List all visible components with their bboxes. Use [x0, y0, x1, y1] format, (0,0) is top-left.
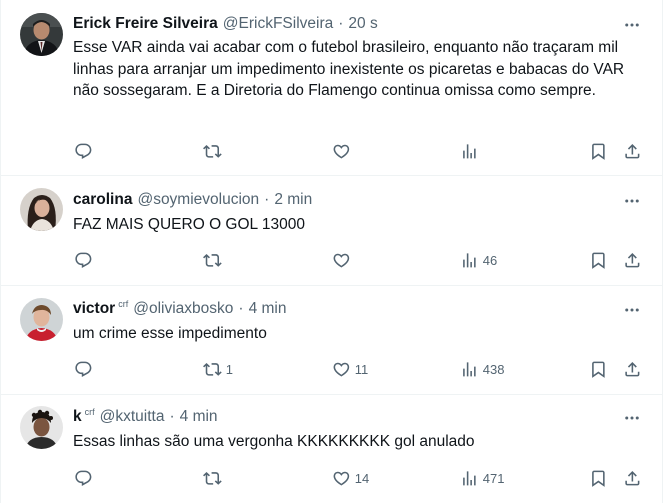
user-handle[interactable]: @oliviaxbosko — [133, 300, 233, 318]
share-icon — [625, 361, 640, 377]
tweet-erick[interactable]: Erick Freire Silveira @ErickFSilveira · … — [1, 0, 662, 176]
reply-button[interactable] — [74, 468, 97, 488]
views-button[interactable]: 471 — [460, 468, 504, 488]
like-icon — [333, 471, 350, 486]
separator-dot: · — [238, 300, 244, 317]
reply-button[interactable] — [74, 359, 97, 379]
bookmark-button[interactable] — [589, 250, 608, 270]
display-name[interactable]: k — [73, 408, 82, 426]
display-name[interactable]: Erick Freire Silveira — [73, 15, 218, 33]
avatar[interactable] — [20, 298, 63, 341]
separator-dot: · — [264, 191, 270, 208]
like-count: 11 — [354, 361, 369, 377]
more-icon[interactable] — [620, 191, 644, 211]
reply-icon — [75, 143, 92, 159]
views-icon — [463, 252, 476, 268]
views-button[interactable]: 46 — [460, 250, 497, 270]
like-button[interactable]: 14 — [332, 468, 369, 488]
avatar[interactable] — [20, 188, 63, 231]
share-button[interactable] — [623, 141, 642, 161]
share-icon — [625, 470, 640, 486]
tweet-header: Erick Freire Silveira @ErickFSilveira · … — [73, 14, 378, 34]
share-button[interactable] — [623, 359, 642, 379]
tweet-text: FAZ MAIS QUERO O GOL 13000 — [73, 216, 306, 233]
share-button[interactable] — [623, 468, 642, 488]
more-icon[interactable] — [620, 15, 644, 35]
reply-icon — [75, 361, 92, 377]
avatar[interactable] — [20, 13, 63, 56]
views-icon — [463, 470, 476, 486]
timestamp[interactable]: 4 min — [249, 300, 287, 318]
reply-icon — [75, 470, 92, 486]
bookmark-button[interactable] — [589, 359, 608, 379]
retweet-button[interactable] — [203, 250, 226, 270]
user-handle[interactable]: @soymievolucion — [137, 191, 259, 209]
user-handle[interactable]: @ErickFSilveira — [223, 15, 333, 33]
views-icon — [463, 361, 476, 377]
like-button[interactable]: 11 — [332, 359, 368, 379]
reply-icon — [75, 252, 92, 268]
retweet-icon — [203, 471, 222, 485]
reply-button[interactable] — [74, 141, 97, 161]
tweet-carolina[interactable]: carolina @soymievolucion · 2 min FAZ MAI… — [1, 176, 662, 286]
more-icon[interactable] — [620, 408, 644, 428]
like-icon — [333, 144, 350, 159]
tweet-text: Essas linhas são uma vergonha KKKKKKKKK … — [73, 433, 475, 450]
separator-dot: · — [169, 408, 175, 425]
tweet-header: k crf @kxtuitta · 4 min — [73, 407, 218, 427]
user-handle[interactable]: @kxtuitta — [100, 408, 165, 426]
views-count: 46 — [482, 252, 498, 268]
bookmark-icon — [592, 143, 605, 160]
display-name[interactable]: carolina — [73, 191, 132, 209]
tweet-text: um crime esse impedimento — [73, 325, 267, 342]
name-flair: crf — [118, 299, 129, 309]
more-icon[interactable] — [620, 300, 644, 320]
bookmark-icon — [592, 252, 605, 269]
bookmark-icon — [592, 470, 605, 487]
like-count: 14 — [354, 470, 370, 486]
display-name[interactable]: victor — [73, 300, 115, 318]
retweet-icon — [203, 253, 222, 267]
views-button[interactable]: 438 — [460, 359, 504, 379]
tweet-header: carolina @soymievolucion · 2 min — [73, 190, 312, 210]
separator-dot: · — [338, 15, 344, 32]
views-count: 471 — [482, 470, 505, 486]
share-icon — [625, 252, 640, 268]
tweet-victor[interactable]: victor crf @oliviaxbosko · 4 min um crim… — [1, 286, 662, 395]
tweet-k[interactable]: k crf @kxtuitta · 4 min Essas linhas são… — [1, 395, 662, 503]
retweet-button[interactable]: 1 — [203, 359, 233, 379]
views-icon — [463, 143, 476, 159]
timestamp[interactable]: 4 min — [180, 408, 218, 426]
share-icon — [625, 143, 640, 159]
reply-button[interactable] — [74, 250, 97, 270]
like-button[interactable] — [332, 141, 355, 161]
like-icon — [333, 253, 350, 268]
tweet-text: Esse VAR ainda vai acabar com o futebol … — [73, 39, 625, 99]
bookmark-icon — [592, 361, 605, 378]
name-flair: crf — [84, 407, 95, 417]
timestamp[interactable]: 20 s — [348, 15, 377, 33]
retweet-button[interactable] — [203, 468, 226, 488]
bookmark-button[interactable] — [589, 141, 608, 161]
bookmark-button[interactable] — [589, 468, 608, 488]
retweet-button[interactable] — [203, 141, 226, 161]
avatar[interactable] — [20, 406, 63, 449]
retweet-icon — [203, 362, 222, 376]
retweet-count: 1 — [225, 361, 233, 377]
retweet-icon — [203, 144, 222, 158]
tweet-header: victor crf @oliviaxbosko · 4 min — [73, 299, 286, 319]
timestamp[interactable]: 2 min — [274, 191, 312, 209]
like-icon — [333, 362, 350, 377]
views-count: 438 — [482, 361, 505, 377]
like-button[interactable] — [332, 250, 355, 270]
views-button[interactable] — [460, 141, 483, 161]
share-button[interactable] — [623, 250, 642, 270]
